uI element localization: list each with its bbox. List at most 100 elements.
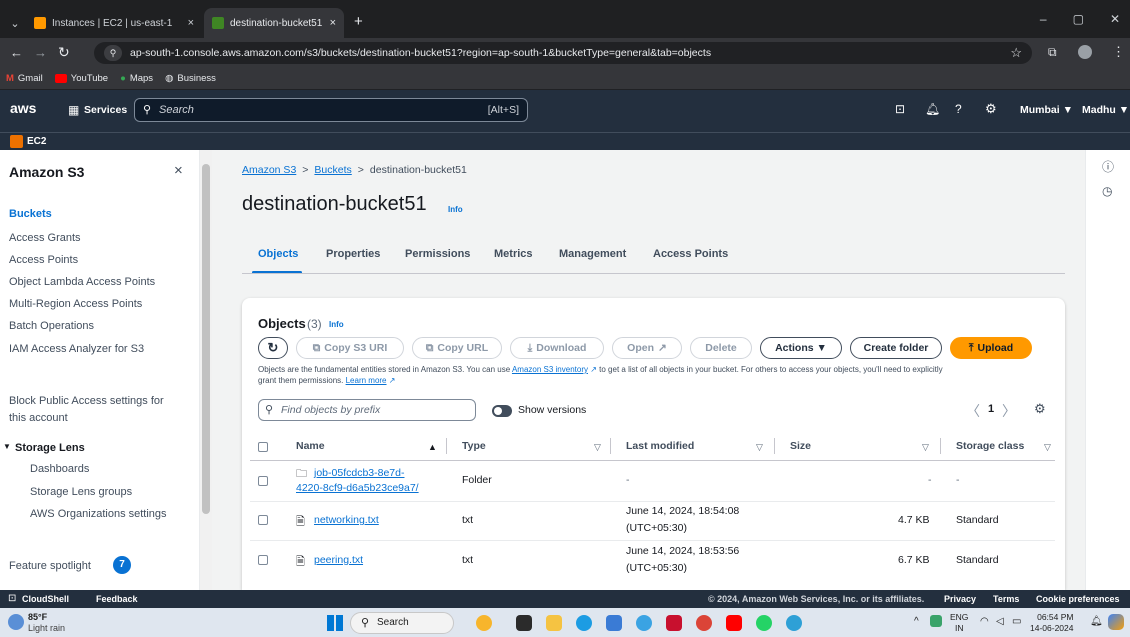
reload-icon[interactable]: ↻ [58, 44, 70, 61]
edge-icon[interactable] [576, 615, 592, 631]
sidebar-item-iam-analyzer[interactable]: IAM Access Analyzer for S3 [9, 343, 144, 355]
profile-icon[interactable] [1078, 45, 1092, 59]
bookmark-youtube[interactable]: YouTube [54, 73, 108, 84]
copilot-icon[interactable] [1108, 614, 1124, 630]
minimize-icon[interactable]: – [1040, 12, 1047, 26]
close-window-icon[interactable]: ✕ [1110, 12, 1120, 26]
url-field[interactable]: ⚲ ap-south-1.console.aws.amazon.com/s3/b… [94, 42, 1032, 64]
object-name-link[interactable]: networking.txt [314, 514, 379, 526]
terms-link[interactable]: Terms [993, 594, 1019, 604]
youtube-app-icon[interactable] [726, 615, 742, 631]
object-name-link[interactable]: 4220-8cf9-d6a5b23ce9a7/ [296, 482, 419, 494]
inventory-link[interactable]: Amazon S3 inventory [512, 365, 588, 374]
menu-icon[interactable]: ⋮ [1112, 44, 1125, 60]
privacy-link[interactable]: Privacy [944, 594, 976, 604]
refresh-button[interactable]: ↻ [258, 337, 288, 359]
cloudshell-link[interactable]: CloudShell [22, 594, 69, 604]
language-indicator[interactable]: ENG IN [950, 612, 968, 634]
row-checkbox[interactable] [258, 555, 268, 565]
taskbar-search[interactable]: ⚲ Search [350, 612, 454, 634]
restore-icon[interactable]: ▢ [1073, 12, 1084, 26]
breadcrumb-buckets[interactable]: Buckets [314, 164, 351, 176]
sidebar-section-storage-lens[interactable]: Storage Lens [15, 442, 85, 454]
download-button[interactable]: ⤓ Download [510, 337, 604, 359]
select-all-checkbox[interactable] [258, 442, 268, 452]
close-tab-icon[interactable]: × [188, 17, 194, 29]
site-info-icon[interactable]: ⚲ [104, 45, 122, 61]
show-versions-toggle[interactable] [492, 405, 512, 417]
help-icon[interactable]: ? [955, 102, 962, 116]
file-explorer-icon[interactable] [546, 615, 562, 631]
clock[interactable]: 06:54 PM 14-06-2024 [1030, 612, 1073, 634]
delete-button[interactable]: Delete [690, 337, 752, 359]
next-page-icon[interactable]: 〉 [1002, 401, 1016, 421]
objects-info-link[interactable]: Info [329, 320, 344, 329]
page-number[interactable]: 1 [988, 403, 994, 415]
bookmark-maps[interactable]: ● Maps [120, 73, 153, 84]
task-view-icon[interactable] [516, 615, 532, 631]
wifi-icon[interactable]: ◠ [980, 616, 989, 627]
feedback-link[interactable]: Feedback [96, 594, 138, 604]
new-tab-button[interactable]: + [346, 8, 371, 38]
bookmark-star-icon[interactable]: ☆ [1010, 45, 1022, 61]
tab-permissions[interactable]: Permissions [405, 248, 470, 260]
open-button[interactable]: Open ↗ [612, 337, 682, 359]
sort-icon[interactable]: ▽ [594, 442, 601, 453]
sidebar-item-buckets[interactable]: Buckets [9, 208, 52, 220]
object-name-link[interactable]: job-05fcdcb3-8e7d- [314, 465, 404, 482]
extensions-icon[interactable]: ⧉ [1048, 45, 1057, 60]
forward-icon[interactable]: → [34, 45, 47, 60]
copy-url-button[interactable]: ⧉ Copy URL [412, 337, 502, 359]
tray-chevron-icon[interactable]: ^ [914, 616, 919, 627]
sidebar-item-feature-spotlight[interactable]: Feature spotlight [9, 560, 91, 572]
info-panel-icon[interactable]: ⓘ [1102, 158, 1114, 175]
account-menu[interactable]: Madhu ▼ [1082, 104, 1129, 116]
tray-app-icon[interactable] [930, 615, 942, 627]
column-header-last-modified[interactable]: Last modified [626, 440, 694, 452]
notifications-icon[interactable]: 🔔︎ [925, 102, 940, 116]
tab-list-icon[interactable]: ⌄ [4, 8, 26, 38]
battery-icon[interactable]: ▭ [1012, 616, 1021, 627]
tab-objects[interactable]: Objects [258, 248, 298, 260]
object-name-link[interactable]: peering.txt [314, 554, 363, 566]
table-settings-gear-icon[interactable]: ⚙ [1034, 401, 1046, 417]
sort-icon[interactable]: ▽ [1044, 442, 1051, 453]
info-link[interactable]: Info [448, 205, 463, 214]
find-objects-input[interactable]: ⚲ Find objects by prefix [258, 399, 476, 421]
column-header-name[interactable]: Name [296, 440, 325, 452]
row-checkbox[interactable] [258, 476, 268, 486]
sort-ascending-icon[interactable]: ▲ [428, 442, 437, 452]
cloudshell-icon[interactable]: ⊡ [895, 102, 905, 116]
prev-page-icon[interactable]: 〈 [966, 401, 980, 421]
tab-access-points[interactable]: Access Points [653, 248, 728, 260]
learn-more-link[interactable]: Learn more [346, 376, 387, 385]
column-header-size[interactable]: Size [790, 440, 811, 452]
mcafee-icon[interactable] [666, 615, 682, 631]
actions-dropdown[interactable]: Actions ▼ [760, 337, 842, 359]
copy-s3-uri-button[interactable]: ⧉ Copy S3 URI [296, 337, 404, 359]
sidebar-item-access-grants[interactable]: Access Grants [9, 232, 81, 244]
sort-icon[interactable]: ▽ [922, 442, 929, 453]
sort-icon[interactable]: ▽ [756, 442, 763, 453]
start-icon[interactable] [327, 615, 343, 631]
breadcrumb-amazon-s3[interactable]: Amazon S3 [242, 164, 296, 176]
chrome-icon[interactable] [696, 615, 712, 631]
widget-icon[interactable] [476, 615, 492, 631]
sidebar-item-org-settings[interactable]: AWS Organizations settings [30, 508, 167, 520]
services-button[interactable]: Services [84, 104, 127, 116]
cookie-preferences-link[interactable]: Cookie preferences [1036, 594, 1120, 604]
browser-app-icon[interactable] [786, 615, 802, 631]
region-selector[interactable]: Mumbai ▼ [1020, 104, 1073, 116]
sidebar-item-access-points[interactable]: Access Points [9, 254, 78, 266]
upload-button[interactable]: ⤒ Upload [950, 337, 1032, 359]
bookmark-business[interactable]: ◍ Business [165, 73, 216, 84]
back-icon[interactable]: ← [10, 45, 23, 60]
sidebar-item-block-public-access[interactable]: Block Public Access settings for this acc… [9, 393, 164, 427]
sidebar-item-dashboards[interactable]: Dashboards [30, 463, 89, 475]
bookmark-gmail[interactable]: M Gmail [6, 73, 43, 84]
tab-s3[interactable]: destination-bucket51 - S3 buck × [204, 8, 344, 38]
aws-search-input[interactable]: ⚲ Search [Alt+S] [134, 98, 528, 122]
volume-icon[interactable]: ◁ [996, 616, 1004, 627]
store-icon[interactable] [606, 615, 622, 631]
sidebar-close-icon[interactable]: × [174, 162, 183, 179]
